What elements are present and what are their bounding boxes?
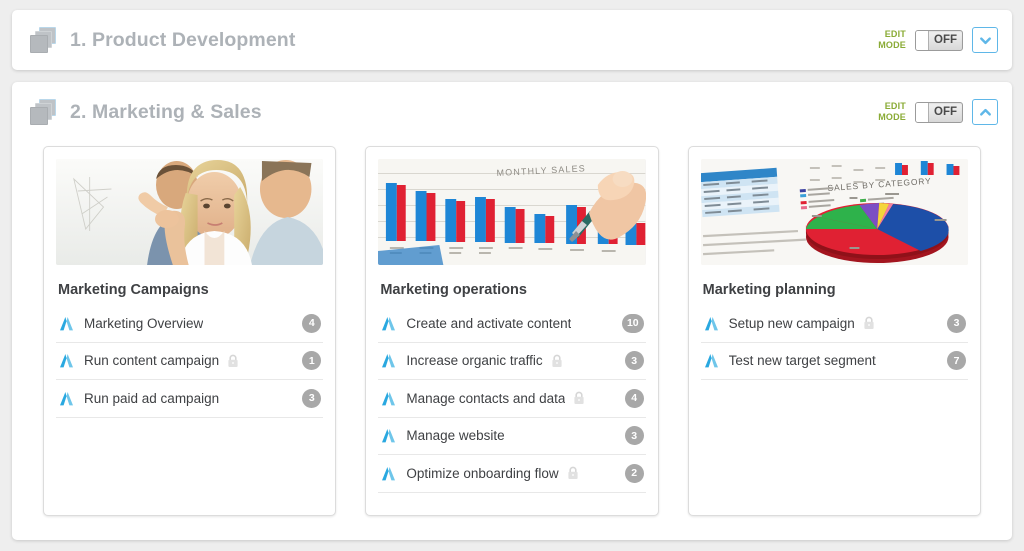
road-icon	[382, 354, 396, 368]
chevron-down-icon	[979, 36, 991, 44]
road-icon	[704, 316, 718, 331]
edit-mode-label: EDIT MODE	[878, 101, 906, 123]
task-count-badge: 2	[624, 463, 644, 483]
road-icon	[382, 316, 396, 331]
task-item[interactable]: Test new target segment 7	[700, 343, 968, 380]
lock-icon	[864, 316, 874, 330]
task-count-badge: 3	[946, 313, 966, 333]
card-title: Marketing planning	[702, 282, 836, 298]
edit-mode-label-line1: EDIT	[884, 101, 906, 111]
toggle-knob	[916, 30, 929, 50]
toggle-state-label: OFF	[934, 106, 957, 118]
task-label: Optimize onboarding flow	[406, 465, 559, 481]
lock-icon	[552, 354, 562, 367]
section-controls: EDIT MODE OFF	[878, 99, 998, 125]
road-icon	[60, 316, 73, 331]
chevron-up-icon	[979, 108, 991, 116]
task-list: Marketing Overview 4 Run content campaig…	[56, 305, 324, 505]
task-label: Marketing Overview	[84, 315, 204, 331]
task-item[interactable]: Marketing Overview 4	[56, 305, 324, 343]
task-item[interactable]: Increase organic traffic 3	[378, 343, 646, 380]
layers-icon	[30, 99, 56, 125]
road-icon	[382, 466, 396, 481]
sales-by-category-pie-chart-photo: SALES BY CATEGORY	[700, 159, 968, 265]
monthly-sales-bar-chart-photo: MONTHLY SALES	[378, 159, 646, 265]
edit-mode-label-line2: MODE	[878, 40, 906, 50]
card-marketing-planning[interactable]: SALES BY CATEGORY Marketing planning Set…	[687, 146, 981, 516]
task-item[interactable]: Manage contacts and data 4	[378, 380, 646, 418]
task-item[interactable]: Setup new campaign 3	[700, 305, 968, 343]
section-collapse-button[interactable]	[972, 99, 998, 125]
task-count-badge: 3	[302, 388, 322, 408]
task-item[interactable]: Run content campaign 1	[56, 343, 324, 380]
task-label: Create and activate content	[406, 315, 572, 331]
task-label: Setup new campaign	[728, 315, 855, 331]
task-label: Increase organic traffic	[406, 353, 543, 369]
card-thumbnail: SALES BY CATEGORY	[700, 159, 968, 265]
section-expand-button[interactable]	[972, 27, 998, 53]
road-icon	[704, 354, 718, 368]
lock-icon	[568, 466, 578, 480]
task-count-badge: 1	[302, 351, 322, 371]
layers-icon	[30, 27, 56, 53]
card-marketing-campaigns[interactable]: Marketing Campaigns Marketing Overview 4	[43, 146, 337, 516]
toggle-knob	[916, 102, 929, 122]
road-icon	[382, 391, 396, 406]
section-title: 2. Marketing & Sales	[70, 100, 262, 123]
road-icon	[60, 354, 73, 368]
task-count-badge: 4	[302, 313, 322, 333]
task-label: Manage contacts and data	[406, 390, 566, 406]
section-header[interactable]: 2. Marketing & Sales EDIT MODE OFF	[12, 82, 1012, 142]
section-panel-product-development: 1. Product Development EDIT MODE OFF	[12, 10, 1012, 70]
edit-mode-label-line2: MODE	[878, 112, 906, 122]
task-count-badge: 10	[621, 313, 644, 333]
section-title: 1. Product Development	[70, 28, 296, 51]
task-item[interactable]: Manage website 3	[378, 418, 646, 455]
task-item[interactable]: Optimize onboarding flow 2	[378, 455, 646, 493]
task-label: Test new target segment	[728, 353, 876, 369]
toggle-state-label: OFF	[934, 34, 957, 46]
business-team-whiteboard-photo	[56, 159, 324, 265]
card-marketing-operations[interactable]: MONTHLY SALES Marketing operations Creat…	[365, 146, 659, 516]
card-thumbnail: MONTHLY SALES	[378, 159, 646, 265]
edit-mode-toggle[interactable]: OFF	[915, 29, 963, 51]
task-list: Create and activate content 10 Increase …	[378, 305, 646, 505]
task-count-badge: 3	[624, 351, 644, 371]
road-icon	[382, 429, 396, 443]
task-label: Manage website	[406, 428, 505, 444]
task-item[interactable]: Create and activate content 10	[378, 305, 646, 343]
card-title: Marketing operations	[380, 282, 527, 298]
section-panel-marketing-sales: 2. Marketing & Sales EDIT MODE OFF Marke…	[12, 82, 1012, 540]
card-title: Marketing Campaigns	[58, 282, 209, 298]
lock-icon	[574, 391, 585, 405]
task-item[interactable]: Run paid ad campaign 3	[56, 380, 324, 418]
edit-mode-label-line1: EDIT	[884, 29, 906, 39]
section-header[interactable]: 1. Product Development EDIT MODE OFF	[12, 10, 1012, 70]
task-list: Setup new campaign 3 Test new target seg…	[700, 305, 968, 505]
task-count-badge: 4	[624, 388, 644, 408]
page-root: 1. Product Development EDIT MODE OFF 2. …	[0, 0, 1024, 551]
card-grid: Marketing Campaigns Marketing Overview 4	[12, 146, 1012, 516]
road-icon	[60, 391, 73, 406]
task-count-badge: 3	[624, 426, 644, 446]
lock-icon	[228, 354, 238, 367]
task-count-badge: 7	[946, 351, 966, 371]
task-label: Run paid ad campaign	[84, 390, 220, 406]
card-thumbnail	[56, 159, 324, 265]
task-label: Run content campaign	[84, 353, 220, 369]
edit-mode-label: EDIT MODE	[878, 29, 906, 51]
edit-mode-toggle[interactable]: OFF	[915, 101, 963, 123]
section-controls: EDIT MODE OFF	[878, 27, 998, 53]
